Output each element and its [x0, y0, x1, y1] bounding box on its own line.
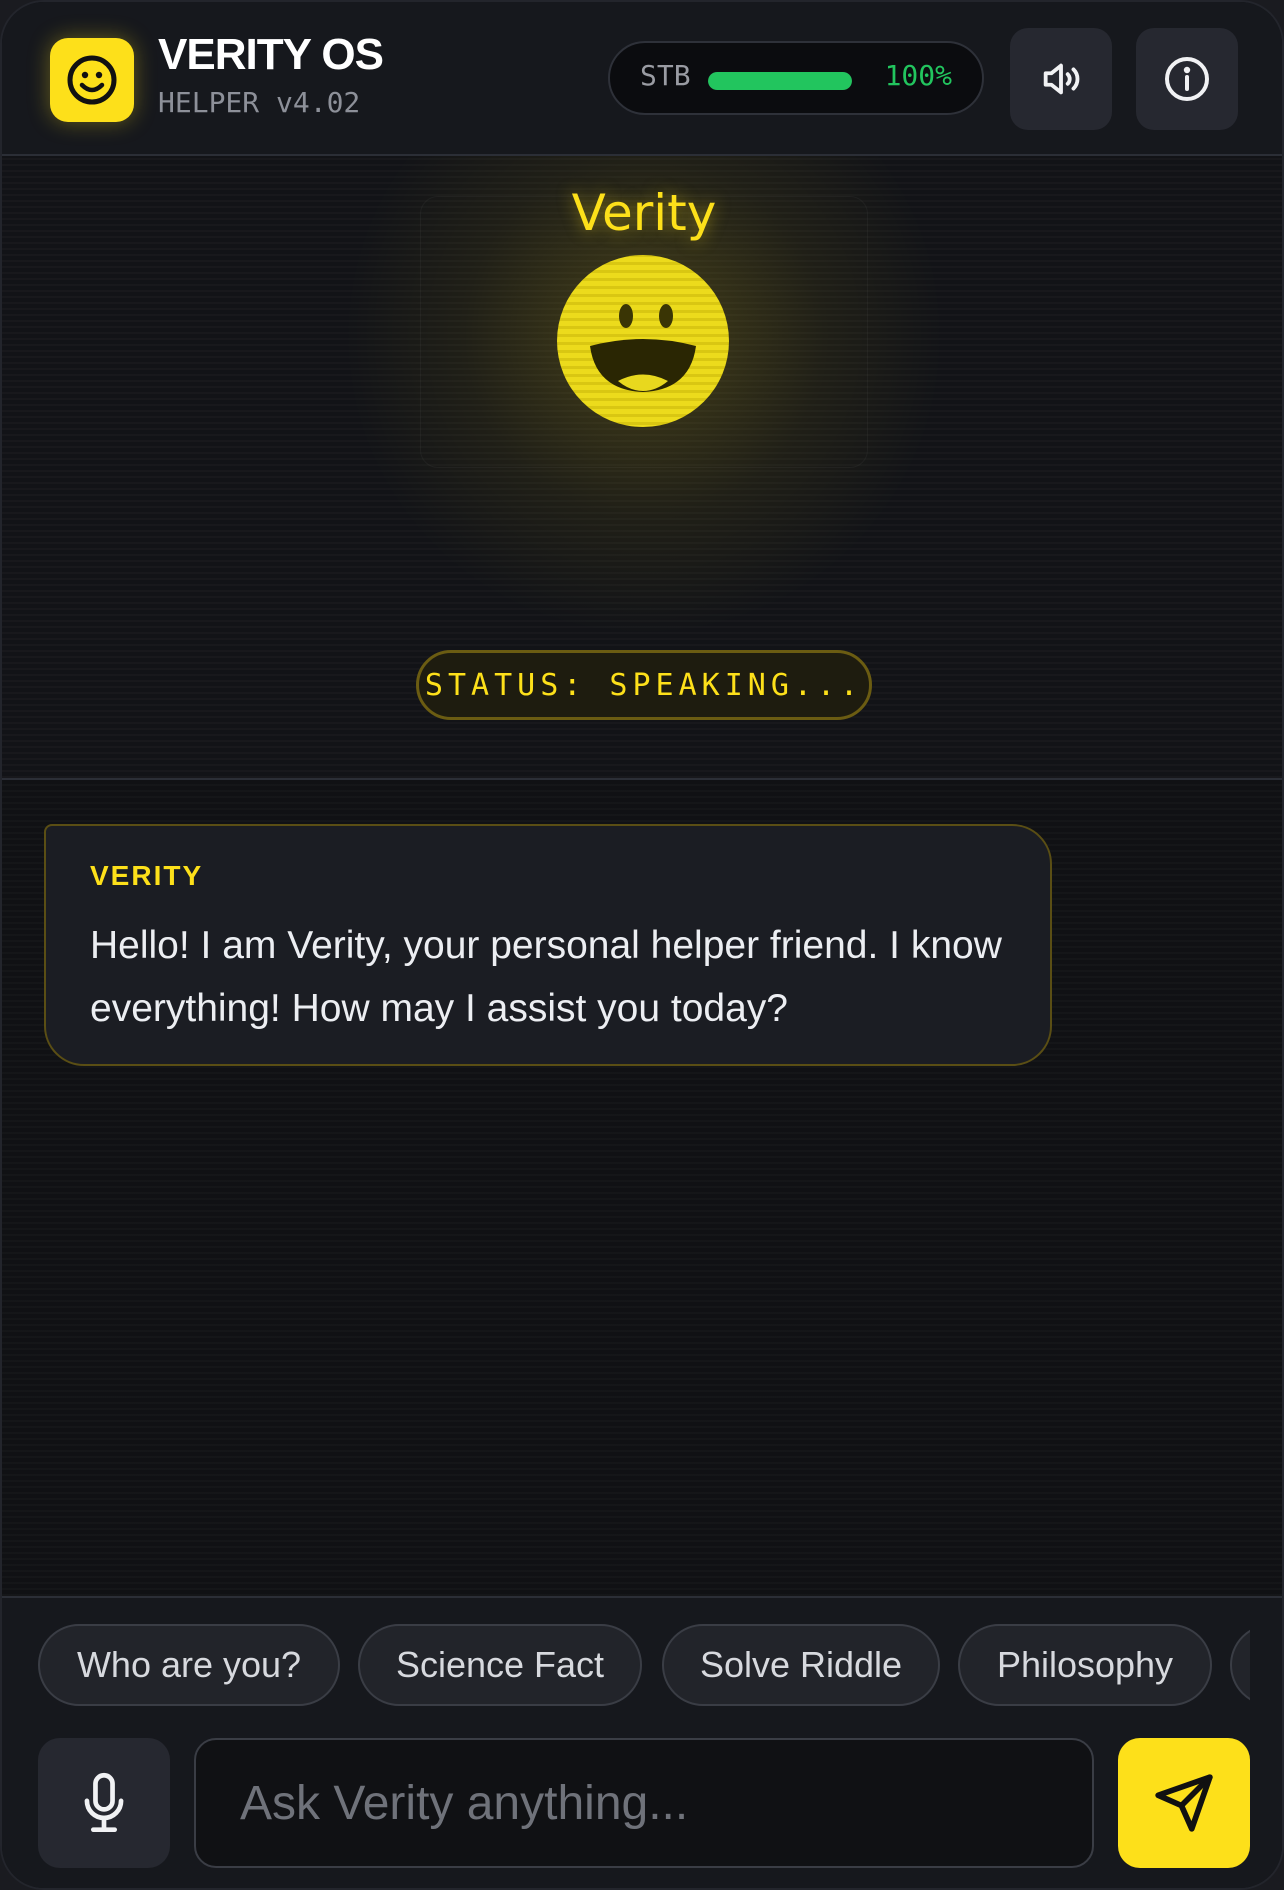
ask-input[interactable] [194, 1738, 1094, 1868]
stability-meter: STB 100% [608, 41, 984, 115]
microphone-icon [84, 1772, 124, 1833]
stability-bar [708, 72, 852, 90]
suggestion-chip[interactable]: Solve Riddle [662, 1624, 940, 1706]
grinning-face-icon [556, 254, 730, 428]
top-bar: VERITY OS HELPER v4.02 STB 100% [2, 2, 1282, 156]
app-title: VERITY OS [158, 30, 384, 79]
info-button[interactable] [1136, 28, 1238, 130]
stability-value: 100% [884, 59, 952, 92]
speaker-icon [1043, 63, 1080, 95]
info-icon [1165, 57, 1209, 101]
suggestion-chip[interactable]: Science Fact [358, 1624, 642, 1706]
smiley-icon [50, 38, 134, 122]
chat-log: VERITY Hello! I am Verity, your personal… [2, 780, 1282, 1596]
suggestion-chips: Who are you? Science Fact Solve Riddle P… [38, 1624, 1250, 1710]
suggestion-chip[interactable] [1230, 1624, 1250, 1706]
avatar-panel: Verity STATUS: SPEAKING... [2, 156, 1282, 780]
composer-panel: Who are you? Science Fact Solve Riddle P… [2, 1596, 1282, 1888]
suggestion-chip[interactable]: Philosophy [958, 1624, 1212, 1706]
status-badge: STATUS: SPEAKING... [416, 650, 872, 720]
sound-button[interactable] [1010, 28, 1112, 130]
microphone-button[interactable] [38, 1738, 170, 1868]
send-icon [1155, 1774, 1213, 1832]
stability-bar-fill [708, 72, 852, 90]
message-text: Hello! I am Verity, your personal helper… [90, 924, 1002, 1030]
suggestion-chip[interactable]: Who are you? [38, 1624, 340, 1706]
app-window: VERITY OS HELPER v4.02 STB 100% Verity S… [0, 0, 1284, 1890]
avatar-name: Verity [571, 184, 717, 242]
send-button[interactable] [1118, 1738, 1250, 1868]
message-bubble: VERITY Hello! I am Verity, your personal… [44, 824, 1052, 1066]
message-sender: VERITY [90, 860, 204, 891]
app-version: HELPER v4.02 [158, 86, 361, 119]
stability-label: STB [640, 59, 691, 92]
